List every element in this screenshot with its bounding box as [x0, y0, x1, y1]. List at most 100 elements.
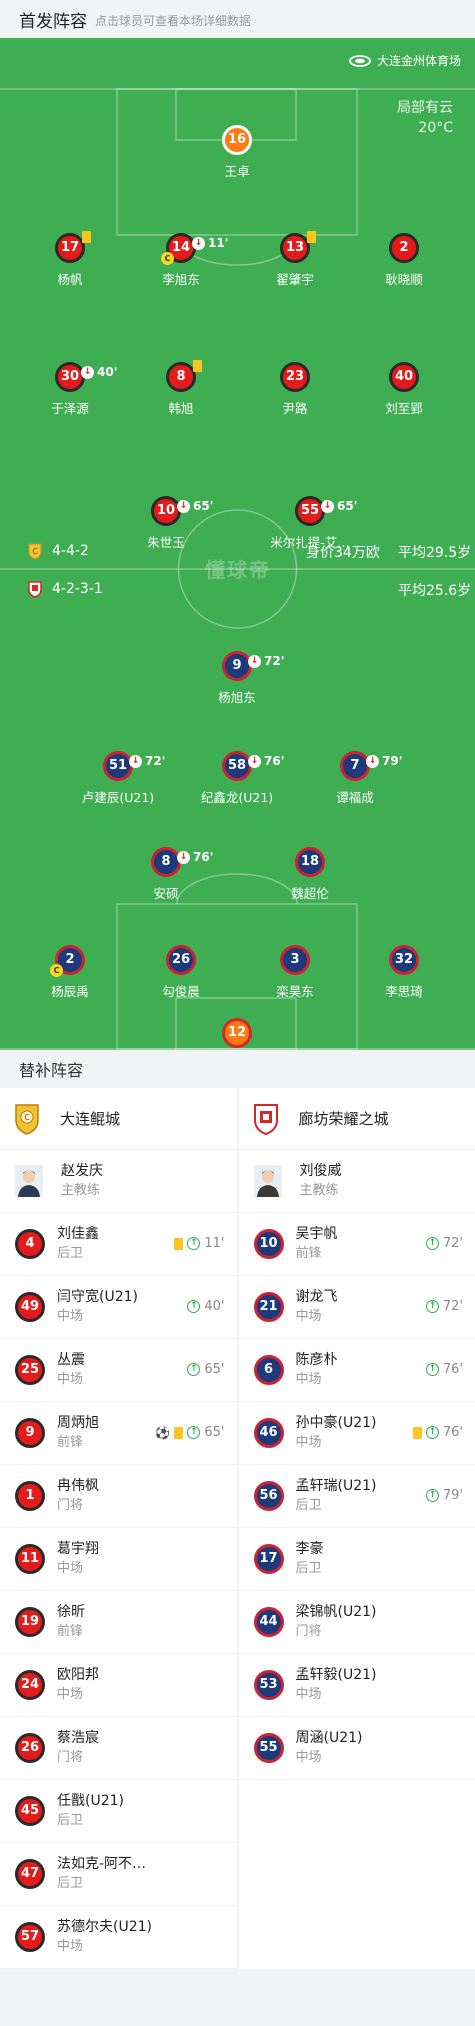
sub-out-minute: 76': [264, 754, 285, 768]
yellow-card-icon: [307, 231, 316, 243]
sub-position: 中场: [57, 1939, 84, 1954]
sub-out-marker: ↓ 40': [81, 360, 117, 384]
home-sub-row[interactable]: 26 蔡浩宸 门将: [0, 1717, 237, 1780]
home-coach-row[interactable]: 赵发庆 主教练: [0, 1150, 237, 1213]
sub-info: 吴宇帆 前锋: [296, 1225, 338, 1263]
away-player-7[interactable]: 26 勾俊晨: [116, 945, 246, 1000]
sub-number: 10: [253, 1229, 284, 1259]
away-player-1[interactable]: 51 ↓ 72' 卢建辰(U21): [53, 751, 183, 806]
home-sub-row[interactable]: 19 徐昕 前锋: [0, 1591, 237, 1654]
lineup-header: 首发阵容 点击球员可查看本场详细数据: [0, 0, 475, 38]
home-average-age: 平均29.5岁: [398, 545, 472, 561]
svg-text:C: C: [24, 1113, 30, 1122]
away-coach-avatar: [253, 1165, 282, 1197]
sub-out-marker: ↓ 72': [129, 749, 165, 773]
goal-icon: ⚽: [155, 1425, 171, 1440]
home-subs-column: C 大连鲲城 赵发庆 主教练 4 刘佳鑫 后卫 ↑ 11' 49 闫守宽(U21) 中场 ↑ 40…: [0, 1088, 237, 1969]
away-formation-value: 4-2-3-1: [52, 581, 103, 597]
weather-temperature: 20°C: [418, 120, 453, 136]
home-player-0[interactable]: 16 王卓: [172, 125, 302, 180]
home-player-4[interactable]: 2 耿晓顺: [339, 233, 469, 288]
sub-in-icon: ↑: [187, 1426, 201, 1439]
away-team-name: 廊坊荣耀之城: [298, 1110, 389, 1128]
home-player-10[interactable]: 55 ↓ 65' 米尔扎提-艾…: [245, 496, 375, 551]
away-sub-row[interactable]: 53 孟轩毅(U21) 中场: [238, 1654, 475, 1717]
sub-info: 任戬(U21) 后卫: [57, 1792, 124, 1830]
jersey-number: 40: [389, 362, 419, 392]
home-sub-row[interactable]: 24 欧阳邦 中场: [0, 1654, 237, 1717]
home-player-9[interactable]: 10 ↓ 65' 朱世玉: [101, 496, 231, 551]
sub-name: 刘佳鑫: [57, 1226, 99, 1242]
home-team-name: 大连鲲城: [60, 1110, 121, 1128]
sub-position: 后卫: [295, 1561, 322, 1576]
away-sub-row[interactable]: 56 孟轩瑞(U21) 后卫 ↑ 79': [238, 1465, 475, 1528]
sub-number: 47: [15, 1859, 45, 1889]
sub-info: 孟轩瑞(U21) 后卫: [296, 1477, 377, 1515]
home-team-row[interactable]: C 大连鲲城: [0, 1088, 237, 1150]
away-player-3[interactable]: 7 ↓ 79' 谭福成: [290, 751, 420, 806]
home-sub-row[interactable]: 57 苏德尔夫(U21) 中场: [0, 1906, 237, 1969]
home-sub-row[interactable]: 49 闫守宽(U21) 中场 ↑ 40': [0, 1276, 237, 1339]
jersey-number: 3: [280, 945, 310, 975]
sub-name: 任戬(U21): [57, 1793, 124, 1809]
away-sub-row[interactable]: 10 吴宇帆 前锋 ↑ 72': [238, 1213, 475, 1276]
away-sub-row[interactable]: 55 周涵(U21) 中场: [238, 1717, 475, 1780]
home-player-8[interactable]: 40 刘至郢: [339, 362, 469, 417]
away-player-2[interactable]: 58 ↓ 76' 纪鑫龙(U21): [172, 751, 302, 806]
sub-name: 蔡浩宸: [57, 1730, 99, 1746]
away-formation: 4-2-3-1: [26, 580, 103, 598]
home-player-2[interactable]: 14 C ↓ 11' 李旭东: [116, 233, 246, 288]
away-sub-row[interactable]: 44 梁锦帆(U21) 门将: [238, 1591, 475, 1654]
sub-number: 25: [15, 1355, 45, 1385]
away-coach-row[interactable]: 刘俊威 主教练: [238, 1150, 475, 1213]
sub-position: 后卫: [57, 1813, 84, 1828]
sub-info: 法如克-阿不… 后卫: [57, 1855, 146, 1893]
home-sub-row[interactable]: 9 周炳旭 前锋 ⚽ ↑ 65': [0, 1402, 237, 1465]
sub-name: 陈彦朴: [295, 1352, 338, 1368]
home-sub-row[interactable]: 11 葛宇翔 中场: [0, 1528, 237, 1591]
sub-in-icon: ↑: [425, 1489, 439, 1502]
sub-out-minute: 72': [145, 754, 166, 768]
player-name: 卢建辰(U21): [81, 790, 155, 805]
away-team-row[interactable]: 廊坊荣耀之城: [238, 1088, 475, 1150]
away-player-4[interactable]: 8 ↓ 76' 安硕: [101, 847, 231, 902]
sub-out-icon: ↓: [177, 499, 190, 513]
home-sub-row[interactable]: 47 法如克-阿不… 后卫: [0, 1843, 237, 1906]
away-crest-icon: [28, 581, 42, 598]
away-player-10[interactable]: 12陈楠存: [172, 1018, 302, 1050]
sub-in-minute: 72': [442, 1236, 463, 1251]
home-sub-row[interactable]: 25 丛震 中场 ↑ 65': [0, 1339, 237, 1402]
away-sub-row[interactable]: 46 孙中豪(U21) 中场 ↑ 76': [238, 1402, 475, 1465]
home-sub-row[interactable]: 45 任戬(U21) 后卫: [0, 1780, 237, 1843]
home-team-crest-icon: C: [15, 1103, 39, 1135]
home-sub-row[interactable]: 1 冉伟枫 门将: [0, 1465, 237, 1528]
away-player-9[interactable]: 32 李思琦: [339, 945, 469, 1000]
away-sub-row[interactable]: 6 陈彦朴 中场 ↑ 76': [238, 1339, 475, 1402]
sub-info: 刘佳鑫 后卫: [57, 1225, 99, 1263]
sub-position: 前锋: [57, 1624, 84, 1639]
sub-out-minute: 76': [193, 850, 214, 864]
subs-header: 替补阵容: [0, 1050, 475, 1088]
away-team-crest-icon: [253, 1103, 278, 1135]
sub-name: 欧阳邦: [57, 1667, 99, 1683]
sub-in-minute: 65': [204, 1362, 225, 1377]
sub-out-icon: ↓: [366, 754, 379, 768]
sub-in-icon: ↑: [425, 1300, 439, 1313]
home-sub-row[interactable]: 4 刘佳鑫 后卫 ↑ 11': [0, 1213, 237, 1276]
sub-events: ↑ 72': [425, 1299, 463, 1314]
sub-in-icon: ↑: [425, 1363, 439, 1376]
sub-out-marker: ↓ 79': [366, 749, 402, 773]
away-player-5[interactable]: 18 魏超伦: [245, 847, 375, 902]
player-name: 安硕: [153, 886, 179, 901]
away-sub-row[interactable]: 17 李豪 后卫: [238, 1528, 475, 1591]
captain-icon: C: [50, 964, 63, 977]
sub-info: 孙中豪(U21) 中场: [296, 1414, 377, 1452]
sub-events: ↑ 79': [425, 1488, 463, 1503]
away-sub-row[interactable]: 21 谢龙飞 中场 ↑ 72': [238, 1276, 475, 1339]
home-player-6[interactable]: 8 韩旭: [116, 360, 246, 417]
sub-out-marker: ↓ 76': [248, 749, 284, 773]
stadium-icon: [349, 54, 371, 67]
away-player-0[interactable]: 9 ↓ 72' 杨旭东: [172, 651, 302, 706]
sub-name: 周涵(U21): [295, 1730, 363, 1746]
home-crest-icon: C: [28, 543, 42, 560]
